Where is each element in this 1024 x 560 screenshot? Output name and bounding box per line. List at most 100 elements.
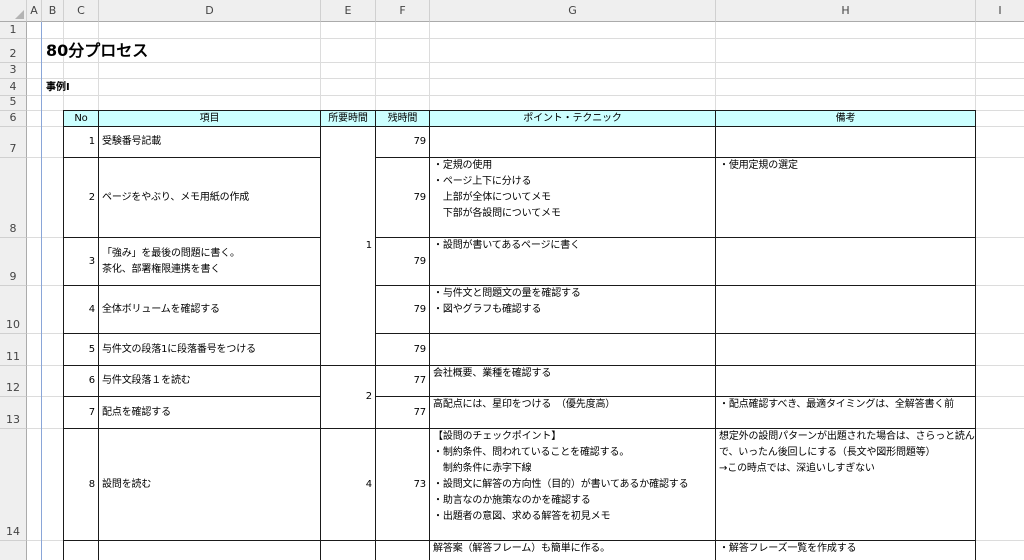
row-header-15[interactable] — [0, 541, 27, 560]
notes-cell[interactable]: ・配点確認すべき、最適タイミングは、全解答書く前 — [715, 396, 976, 429]
header-points[interactable]: ポイント・テクニック — [429, 110, 716, 127]
points-cell[interactable]: ・設問が書いてあるページに書く — [429, 237, 716, 286]
item-cell[interactable]: 受験番号記載 — [98, 126, 321, 158]
header-remaining-time[interactable]: 残時間 — [375, 110, 430, 127]
notes-cell[interactable] — [715, 333, 976, 366]
points-cell[interactable]: 【設問のチェックポイント】 ・制約条件、問われていることを確認する。 制約条件に… — [429, 428, 716, 541]
remaining-cell[interactable]: 77 — [375, 365, 430, 397]
item-cell[interactable]: 与件文段落１を読む — [98, 365, 321, 397]
column-header-d[interactable]: D — [99, 0, 321, 22]
remaining-cell[interactable] — [375, 540, 430, 560]
row-header-2[interactable]: 2 — [0, 39, 27, 63]
points-line: ・図やグラフも確認する — [433, 304, 542, 315]
no-value: 7 — [88, 406, 95, 418]
required-time-cell[interactable]: 1 — [320, 126, 376, 366]
row-header-6[interactable]: 6 — [0, 111, 27, 127]
no-cell[interactable] — [63, 540, 99, 560]
required-time-cell[interactable]: 4 — [320, 428, 376, 541]
item-cell[interactable]: 配点を確認する — [98, 396, 321, 429]
row-header-3[interactable]: 3 — [0, 63, 27, 79]
no-cell[interactable]: 4 — [63, 285, 99, 334]
points-cell[interactable] — [429, 333, 716, 366]
print-area-line — [41, 22, 42, 560]
remaining-cell[interactable]: 79 — [375, 157, 430, 238]
column-header-e[interactable]: E — [321, 0, 376, 22]
column-header-c[interactable]: C — [64, 0, 99, 22]
row-header-9[interactable]: 9 — [0, 238, 27, 286]
required-time-cell[interactable] — [320, 540, 376, 560]
item-cell[interactable]: 全体ボリュームを確認する — [98, 285, 321, 334]
remaining-cell[interactable]: 73 — [375, 428, 430, 541]
row-header-4[interactable]: 4 — [0, 79, 27, 96]
column-header-i[interactable]: I — [976, 0, 1024, 22]
required-time-value: 2 — [365, 391, 372, 402]
column-header-h[interactable]: H — [716, 0, 976, 22]
notes-cell[interactable] — [715, 237, 976, 286]
sheet-title[interactable]: 80分プロセス — [46, 41, 148, 61]
points-cell[interactable] — [429, 126, 716, 158]
remaining-cell[interactable]: 79 — [375, 126, 430, 158]
notes-cell[interactable] — [715, 126, 976, 158]
points-line: ・設問が書いてあるページに書く — [433, 240, 580, 251]
column-letter: E — [344, 4, 352, 17]
remaining-cell[interactable]: 77 — [375, 396, 430, 429]
points-line: ・設問文に解答の方向性（目的）が書いてあるか確認する — [433, 479, 689, 490]
notes-cell[interactable]: ・解答フレーズ一覧を作成する — [715, 540, 976, 560]
row-header-13[interactable]: 13 — [0, 397, 27, 429]
points-cell[interactable]: 会社概要、業種を確認する — [429, 365, 716, 397]
row-header-10[interactable]: 10 — [0, 286, 27, 334]
column-letter: B — [48, 4, 57, 17]
no-cell[interactable]: 8 — [63, 428, 99, 541]
notes-line: ・解答フレーズ一覧を作成する — [719, 543, 857, 554]
item-cell[interactable]: 与件文の段落1に段落番号をつける — [98, 333, 321, 366]
header-no[interactable]: No — [63, 110, 99, 127]
row-header-8[interactable]: 8 — [0, 158, 27, 238]
header-label: 備考 — [835, 112, 856, 124]
no-cell[interactable]: 6 — [63, 365, 99, 397]
column-letter: F — [399, 4, 406, 17]
notes-cell[interactable]: ・使用定規の選定 — [715, 157, 976, 238]
points-line: 制約条件に赤字下線 — [433, 463, 532, 474]
no-cell[interactable]: 7 — [63, 396, 99, 429]
column-letter: H — [841, 4, 850, 17]
column-header-b[interactable]: B — [42, 0, 64, 22]
item-cell[interactable]: 設問を読む — [98, 428, 321, 541]
no-cell[interactable]: 5 — [63, 333, 99, 366]
points-cell[interactable]: ・与件文と問題文の量を確認する ・図やグラフも確認する — [429, 285, 716, 334]
column-header-g[interactable]: G — [430, 0, 716, 22]
header-notes[interactable]: 備考 — [715, 110, 976, 127]
row-header-12[interactable]: 12 — [0, 366, 27, 397]
remaining-cell[interactable]: 79 — [375, 285, 430, 334]
notes-cell[interactable] — [715, 365, 976, 397]
select-all-corner[interactable] — [0, 0, 27, 22]
points-line: 下部が各設問についてメモ — [433, 208, 561, 219]
no-value: 5 — [88, 343, 95, 355]
header-required-time[interactable]: 所要時間 — [320, 110, 376, 127]
column-header-a[interactable]: A — [27, 0, 42, 22]
row-header-14[interactable]: 14 — [0, 429, 27, 541]
remaining-cell[interactable]: 79 — [375, 237, 430, 286]
no-cell[interactable]: 3 — [63, 237, 99, 286]
no-cell[interactable]: 2 — [63, 157, 99, 238]
notes-cell[interactable] — [715, 285, 976, 334]
row-header-1[interactable]: 1 — [0, 22, 27, 39]
item-line: 与件文段落１を読む — [102, 375, 191, 386]
points-cell[interactable]: ・定規の使用 ・ページ上下に分ける 上部が全体についてメモ 下部が各設問について… — [429, 157, 716, 238]
no-value: 4 — [88, 303, 95, 315]
case-subtitle[interactable]: 事例Ⅰ — [46, 80, 70, 95]
row-header-7[interactable]: 7 — [0, 127, 27, 158]
header-item[interactable]: 項目 — [98, 110, 321, 127]
remaining-value: 79 — [413, 255, 427, 267]
points-cell[interactable]: 解答案（解答フレーム）も簡単に作る。 — [429, 540, 716, 560]
row-header-5[interactable]: 5 — [0, 95, 27, 111]
item-cell[interactable] — [98, 540, 321, 560]
no-cell[interactable]: 1 — [63, 126, 99, 158]
points-cell[interactable]: 高配点には、星印をつける （優先度高） — [429, 396, 716, 429]
required-time-cell[interactable]: 2 — [320, 365, 376, 429]
item-cell[interactable]: ページをやぶり、メモ用紙の作成 — [98, 157, 321, 238]
row-header-11[interactable]: 11 — [0, 334, 27, 366]
notes-cell[interactable]: 想定外の設問パターンが出題された場合は、さらっと読ん で、いったん後回しにする（… — [715, 428, 976, 541]
remaining-cell[interactable]: 79 — [375, 333, 430, 366]
column-header-f[interactable]: F — [376, 0, 430, 22]
item-cell[interactable]: 「強み」を最後の問題に書く。 茶化、部署権限連携を書く — [98, 237, 321, 286]
